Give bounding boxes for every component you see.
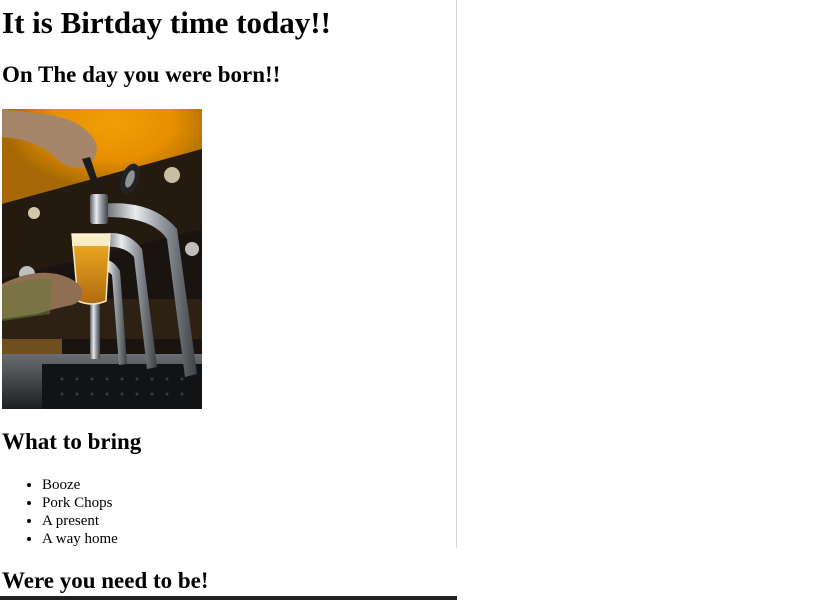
page-subtitle: On The day you were born!! [2,62,281,87]
horizontal-scrollbar[interactable] [0,596,457,600]
beer-tap-photo [2,109,202,409]
list-item: A present [42,512,118,530]
page-title: It is Birtday time today!! [2,5,331,40]
list-item: A way home [42,530,118,548]
what-to-bring-heading: What to bring [2,429,142,454]
list-item: Pork Chops [42,494,118,512]
list-item: Booze [42,476,118,494]
pane-divider[interactable] [456,0,457,548]
page-viewport: It is Birtday time today!! On The day yo… [0,0,456,600]
where-heading: Were you need to be! [2,568,209,593]
bring-list: Booze Pork Chops A present A way home [2,476,118,548]
